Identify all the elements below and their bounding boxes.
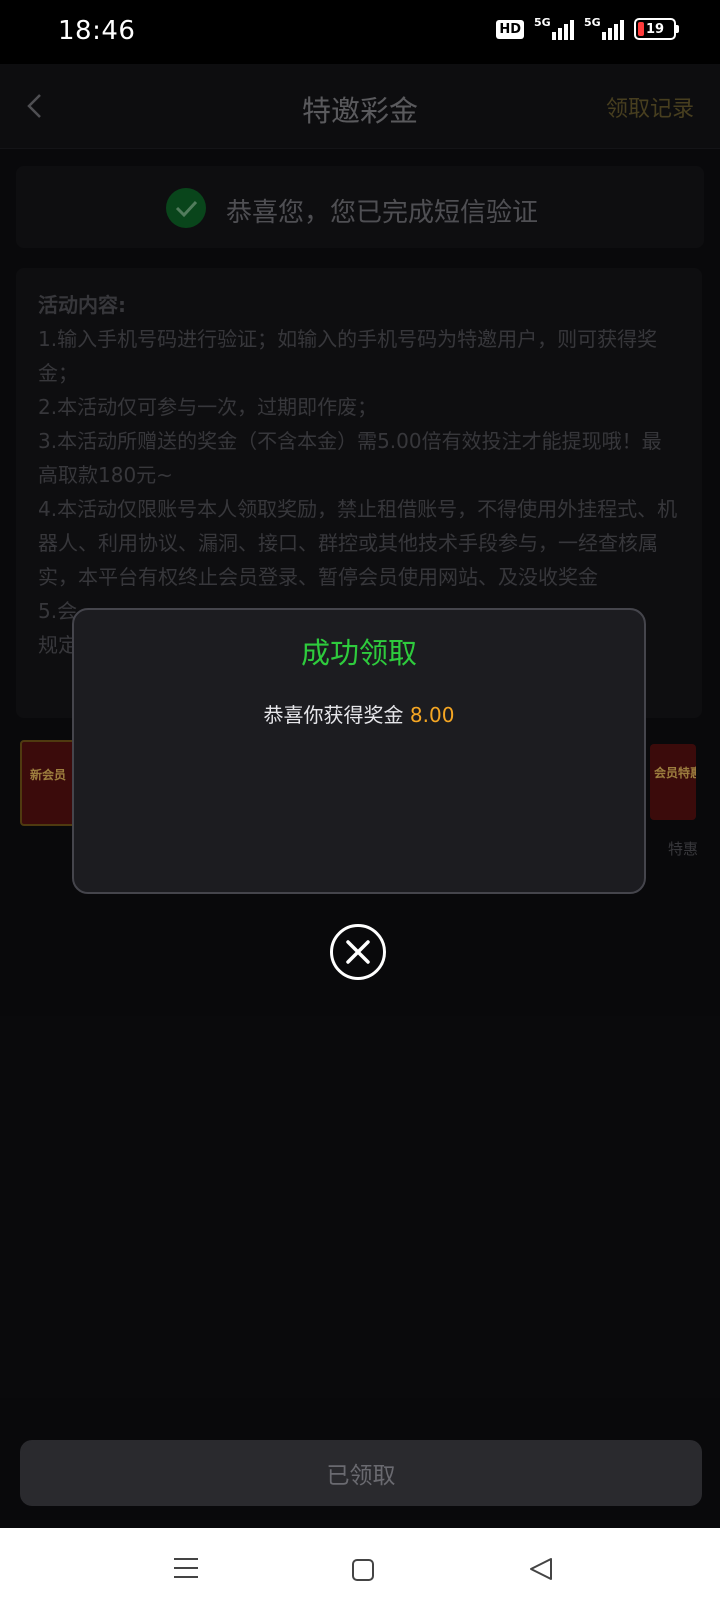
bonus-amount: 8.00 — [409, 703, 455, 727]
dialog-title: 成功领取 — [300, 636, 417, 670]
dialog-message: 恭喜你获得奖金 8.00 — [72, 699, 646, 728]
battery-icon: 19 — [634, 18, 679, 40]
claimed-button[interactable]: 已领取 — [20, 1440, 702, 1506]
dialog-message-prefix: 恭喜你获得奖金 — [263, 703, 404, 727]
home-icon[interactable] — [351, 1558, 375, 1582]
status-time: 18:46 — [58, 16, 136, 46]
signal-icon: 5G — [534, 16, 574, 40]
hd-icon: HD — [496, 19, 524, 39]
back-triangle-icon[interactable] — [528, 1556, 554, 1582]
status-icons: HD 5G 5G 19 — [496, 16, 679, 40]
signal-icon-2: 5G — [584, 16, 624, 40]
battery-level: 19 — [645, 21, 665, 37]
menu-icon[interactable] — [173, 1556, 199, 1580]
close-icon[interactable] — [330, 924, 386, 980]
